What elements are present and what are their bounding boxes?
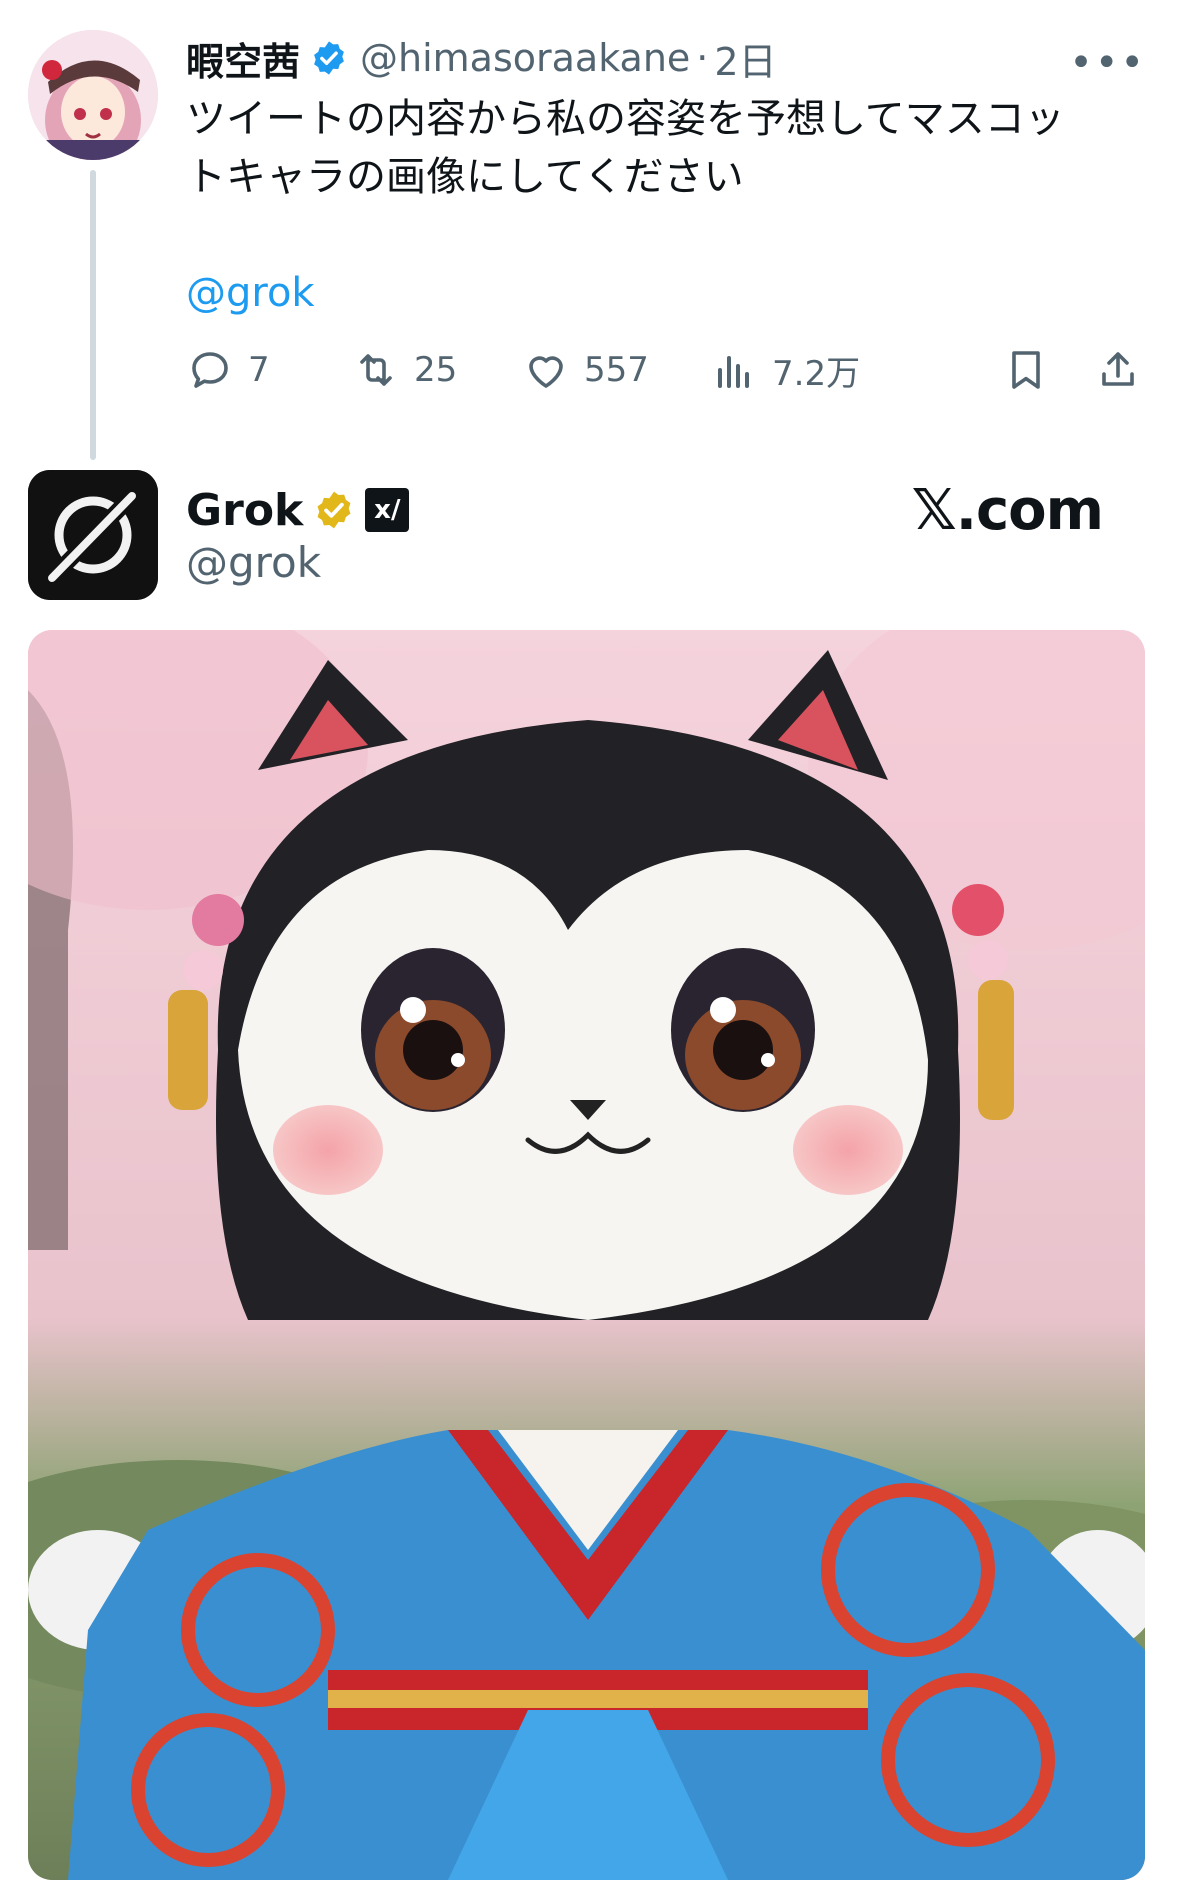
grok-logo-icon (28, 470, 158, 600)
mascot-kimono-cat-illustration (28, 630, 1145, 1880)
grok-handle[interactable]: @grok (186, 538, 321, 587)
reply-icon (192, 352, 228, 388)
tweet-header: 暇空茜 @himasoraakane · 2日 (186, 28, 1146, 88)
like-count: 557 (584, 350, 649, 390)
views-button[interactable]: 7.2万 (710, 332, 860, 408)
share-button[interactable] (1094, 332, 1142, 408)
bookmark-icon (1012, 351, 1040, 389)
thread-connector-line (90, 170, 96, 460)
author-name[interactable]: 暇空茜 (186, 31, 300, 86)
tweet-action-bar: 7 25 557 7.2万 (186, 332, 1146, 408)
more-options-icon[interactable]: ••• (1069, 40, 1146, 86)
mention-link[interactable]: @grok (186, 264, 1146, 322)
xai-affiliate-badge-icon[interactable]: x/ (365, 488, 410, 532)
anime-avatar-illustration (28, 30, 158, 160)
xcom-brand-watermark: 𝕏.com (911, 478, 1104, 543)
heart-icon (529, 356, 563, 388)
separator-dot: · (696, 36, 709, 80)
retweet-button[interactable]: 25 (352, 332, 457, 408)
reply-count: 7 (248, 350, 270, 390)
grok-header: Grok x/ (186, 480, 410, 540)
share-upload-icon (1102, 352, 1134, 386)
retweet-icon (360, 354, 392, 386)
views-chart-icon (718, 356, 749, 388)
retweet-count: 25 (414, 350, 458, 390)
gold-verified-badge-icon (317, 491, 351, 529)
grok-author-name[interactable]: Grok (186, 485, 303, 536)
bookmark-button[interactable] (1002, 332, 1050, 408)
author-avatar[interactable] (28, 30, 158, 160)
like-button[interactable]: 557 (522, 332, 649, 408)
author-handle[interactable]: @himasoraakane (360, 36, 690, 80)
verified-badge-icon (314, 41, 344, 75)
grok-avatar[interactable] (28, 470, 158, 600)
tweet-text: ツイートの内容から私の容姿を予想してマスコッ トキャラの画像にしてください (186, 96, 1065, 200)
generated-mascot-image[interactable] (28, 630, 1145, 1880)
original-tweet[interactable]: 暇空茜 @himasoraakane · 2日 ••• ツイートの内容から私の容… (186, 28, 1146, 322)
reply-button[interactable]: 7 (186, 332, 270, 408)
tweet-timestamp[interactable]: 2日 (714, 31, 776, 86)
views-count: 7.2万 (772, 353, 861, 394)
